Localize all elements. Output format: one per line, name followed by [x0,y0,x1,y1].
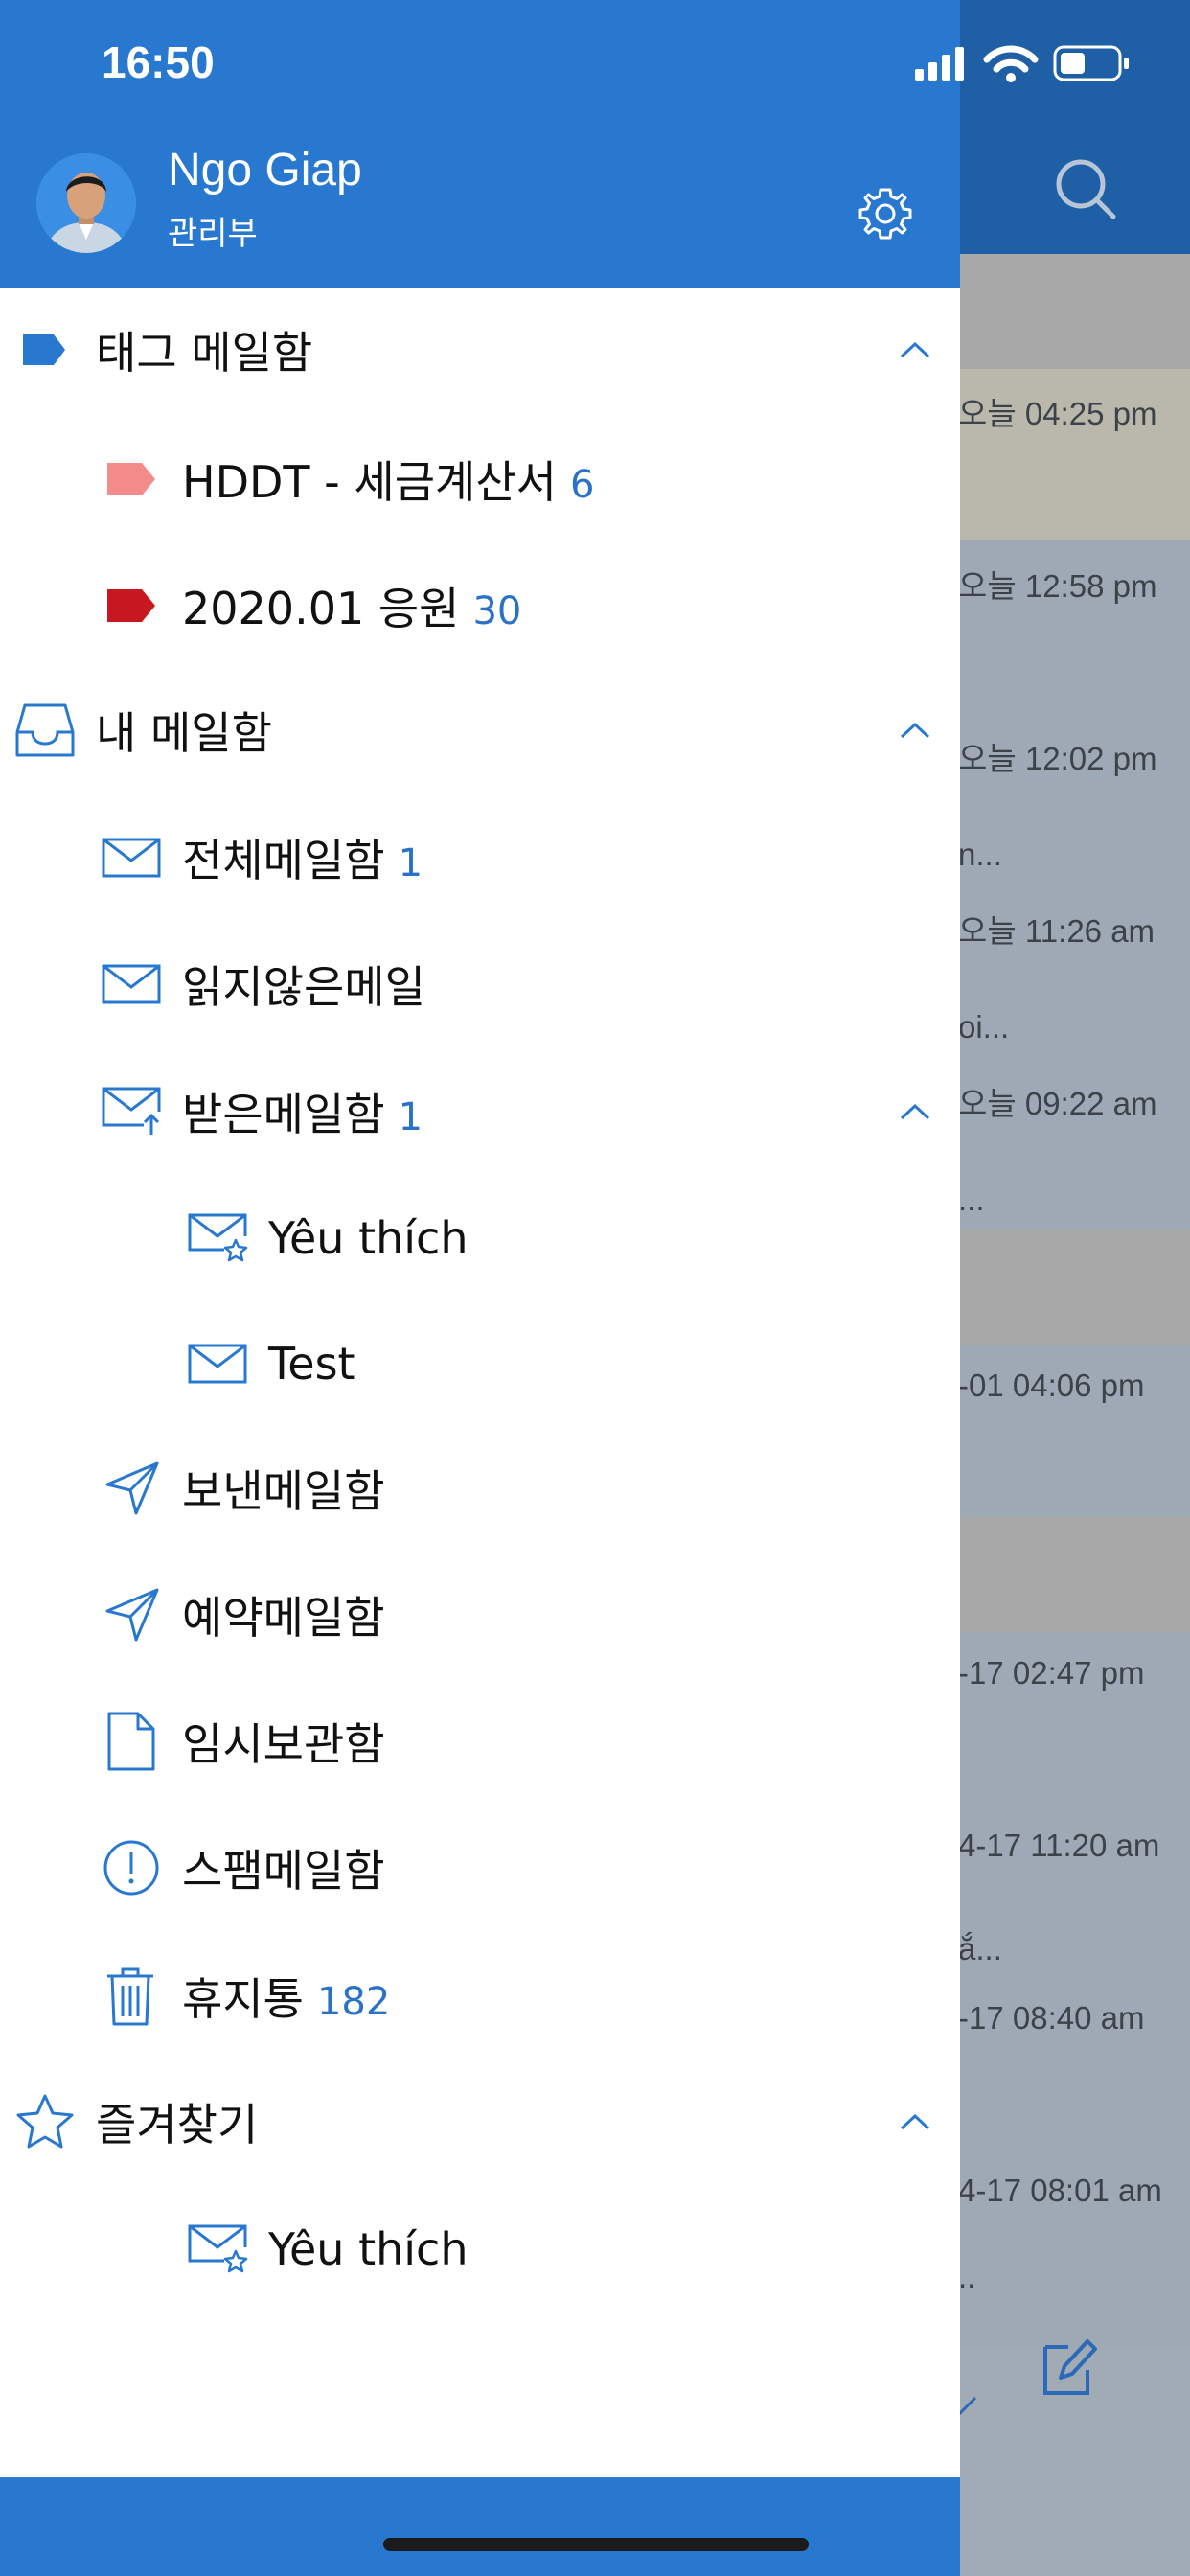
gear-icon[interactable] [857,185,914,242]
envelope-star-icon [188,1213,248,1262]
folder-label: 전체메일함 [182,835,385,886]
section-header-tags[interactable]: 태그 메일함 [0,302,960,398]
folder-label: 보낸메일함 [182,1465,385,1517]
status-icons [915,45,1129,82]
folder-item-unread[interactable]: 읽지않은메일 [0,936,960,1032]
folder-label: 스팸메일함 [182,1845,385,1897]
mail-time: 오늘 09:22 am [958,1086,1157,1121]
folder-item-spam[interactable]: 스팸메일함 [0,1820,960,1916]
envelope-icon [188,1344,247,1384]
mail-time: 오늘 12:02 pm [958,741,1157,776]
wifi-icon [983,45,1039,82]
drawer-footer [0,2477,960,2576]
chevron-up-icon[interactable] [899,1102,931,1121]
tag-label: HDDT - 세금계산서 [182,456,557,508]
mail-snippet: ... [958,1182,985,1217]
favorite-item[interactable]: Yêu thích [0,2201,960,2297]
inbox-tray-icon [15,703,75,757]
status-time: 16:50 [102,37,215,87]
section-header-my-mailbox[interactable]: 내 메일함 [0,682,960,778]
envelope-star-icon [188,2224,248,2273]
mail-time: 오늘 12:58 pm [958,568,1157,604]
star-icon [16,2094,74,2149]
folder-label: 휴지통 [182,1973,304,2025]
subfolder-item-favorite[interactable]: Yêu thích [0,1190,960,1286]
mail-time: 4-17 11:20 am [958,1828,1160,1863]
mail-time: 오늘 04:25 pm [958,396,1157,431]
unread-count: 182 [316,1980,391,2024]
section-header-favorites[interactable]: 즐겨찾기 [0,2074,960,2170]
folder-label: Yêu thích [268,2223,469,2275]
navigation-drawer: 16:50 Ngo Giap 관리부 태그 메일함 HDDT - 세금계산서 6… [0,0,1129,2576]
tag-icon [23,334,65,365]
paper-plane-icon [105,1461,159,1515]
mail-snippet: .. [958,2259,976,2294]
mail-time: -17 08:40 am [958,2000,1145,2036]
chevron-up-icon[interactable] [899,340,931,359]
tag-item[interactable]: HDDT - 세금계산서 6 [0,431,960,527]
paper-plane-icon [105,1588,159,1642]
folder-item-scheduled[interactable]: 예약메일함 [0,1567,960,1663]
folder-label: 예약메일함 [182,1592,385,1644]
mail-time: 오늘 11:26 am [958,913,1156,949]
chevron-up-icon[interactable] [899,721,931,740]
unread-count: 1 [398,841,423,886]
search-icon[interactable] [1052,155,1119,222]
unread-count: 30 [472,589,522,633]
folder-label: Test [268,1338,355,1390]
section-title: 내 메일함 [96,707,272,759]
envelope-received-icon [102,1087,161,1135]
folder-label: 받은메일함 [182,1089,385,1140]
avatar[interactable] [36,153,136,253]
folder-item-trash[interactable]: 휴지통 182 [0,1948,960,2044]
trash-icon [107,1967,153,2026]
drawer-header: 16:50 Ngo Giap 관리부 [0,0,1129,288]
mail-time: -17 02:47 pm [958,1655,1145,1690]
mail-snippet: n... [958,837,1002,872]
tag-label: 2020.01 응원 [182,583,460,634]
tag-item[interactable]: 2020.01 응원 30 [0,558,960,654]
compose-icon[interactable] [1040,2334,1097,2401]
folder-item-drafts[interactable]: 임시보관함 [0,1693,960,1789]
section-title: 즐겨찾기 [96,2099,259,2150]
folder-label: Yêu thích [268,1212,469,1264]
tag-red-icon [107,589,155,622]
document-icon [107,1712,155,1771]
folder-item-inbox[interactable]: 받은메일함 1 [0,1064,960,1160]
folder-item-all-mail[interactable]: 전체메일함 1 [0,810,960,906]
envelope-icon [102,838,161,878]
mail-snippet: ắ... [958,1931,1002,1966]
exclamation-circle-icon [103,1840,159,1896]
mail-snippet: oi... [958,1009,1010,1045]
battery-icon [1053,45,1129,81]
folder-label: 읽지않은메일 [182,961,425,1013]
unread-count: 6 [569,463,595,507]
mail-time: 4-17 08:01 am [958,2173,1162,2208]
signal-icon [915,47,964,80]
user-name: Ngo Giap [168,145,362,196]
chevron-up-icon[interactable] [899,2112,931,2131]
subfolder-item-test[interactable]: Test [0,1316,960,1412]
envelope-icon [102,964,161,1004]
tag-pink-icon [107,463,155,495]
folder-item-sent[interactable]: 보낸메일함 [0,1440,960,1536]
unread-count: 1 [398,1095,423,1139]
mail-time: -01 04:06 pm [958,1368,1145,1403]
home-indicator[interactable] [383,2538,809,2551]
section-title: 태그 메일함 [96,327,313,379]
folder-label: 임시보관함 [182,1718,385,1770]
user-department: 관리부 [168,215,258,253]
